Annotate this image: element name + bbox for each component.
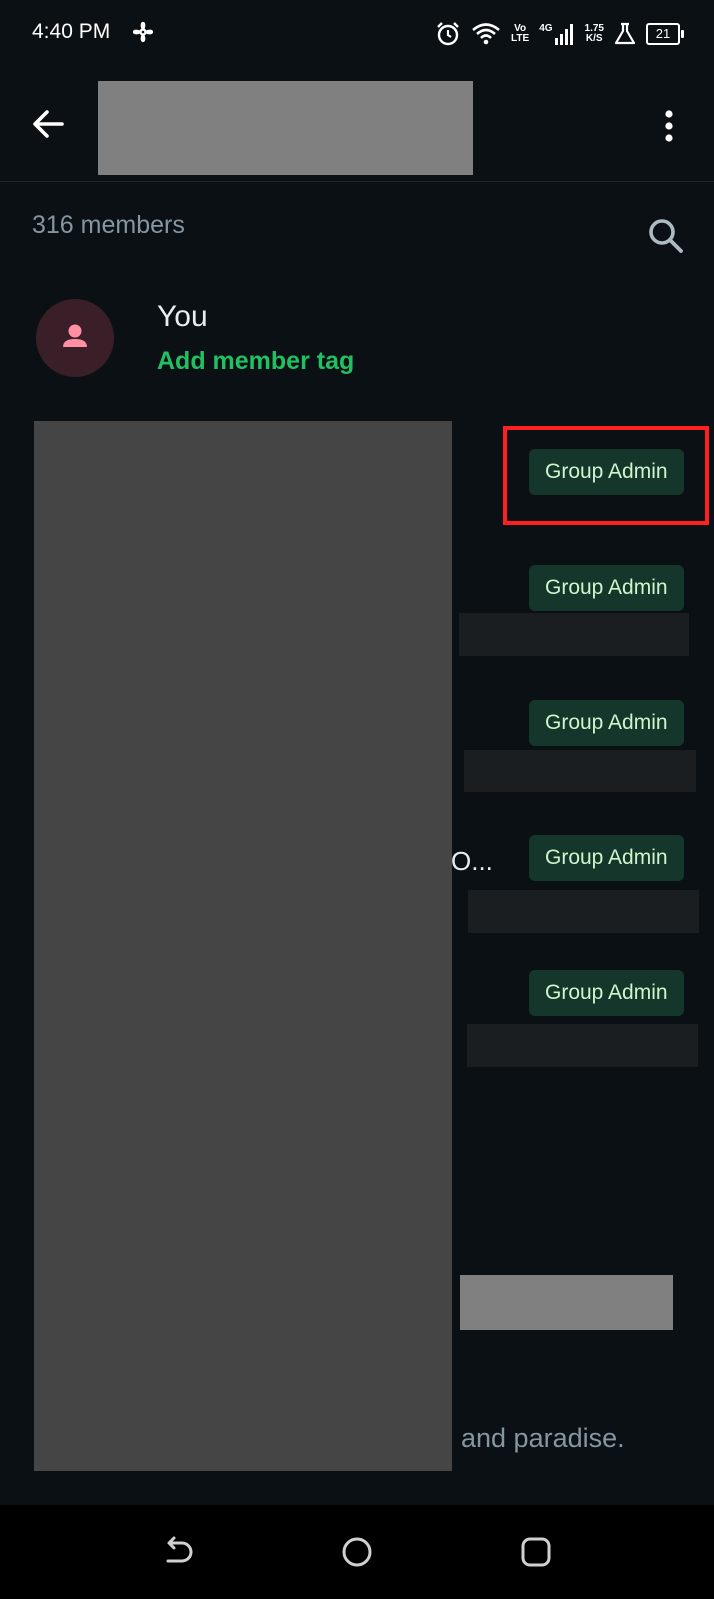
search-icon[interactable] bbox=[646, 216, 686, 256]
battery-icon: 21 bbox=[646, 23, 684, 45]
signal-icon: 4G bbox=[539, 23, 574, 45]
recents-icon[interactable] bbox=[517, 1533, 555, 1571]
home-icon[interactable] bbox=[338, 1533, 376, 1571]
member-status-redacted bbox=[468, 890, 699, 933]
group-admin-badge: Group Admin bbox=[529, 700, 684, 746]
you-name[interactable]: You bbox=[157, 300, 208, 334]
highlight-box bbox=[503, 426, 709, 525]
group-admin-badge: Group Admin bbox=[529, 835, 684, 881]
volte-indicator: Vo LTE bbox=[511, 23, 530, 44]
member-list-redacted bbox=[34, 421, 452, 1471]
group-title-redacted bbox=[98, 81, 473, 175]
member-status-redacted bbox=[464, 750, 696, 792]
fan-icon bbox=[132, 21, 154, 43]
avatar[interactable] bbox=[36, 299, 114, 377]
person-icon bbox=[63, 324, 87, 347]
status-icons: Vo LTE 4G 1.75 K/S 21 bbox=[435, 20, 684, 48]
member-name-fragment: O... bbox=[451, 846, 493, 876]
group-admin-badge: Group Admin bbox=[529, 970, 684, 1016]
add-member-tag-link[interactable]: Add member tag bbox=[157, 347, 354, 376]
member-info-redacted bbox=[460, 1275, 673, 1330]
member-about-text: and paradise. bbox=[461, 1423, 625, 1453]
status-time: 4:40 PM bbox=[32, 20, 111, 43]
wifi-icon bbox=[472, 23, 500, 45]
members-count: 316 members bbox=[32, 211, 185, 239]
more-vertical-icon[interactable] bbox=[656, 106, 682, 146]
header-divider bbox=[0, 181, 714, 182]
back-icon[interactable] bbox=[158, 1533, 196, 1571]
member-status-redacted bbox=[459, 613, 689, 656]
speed-indicator: 1.75 K/S bbox=[584, 23, 604, 44]
flask-icon bbox=[614, 22, 636, 45]
back-arrow-icon[interactable] bbox=[28, 104, 68, 144]
alarm-icon bbox=[437, 22, 459, 46]
group-admin-badge: Group Admin bbox=[529, 565, 684, 611]
member-status-redacted bbox=[467, 1024, 698, 1067]
